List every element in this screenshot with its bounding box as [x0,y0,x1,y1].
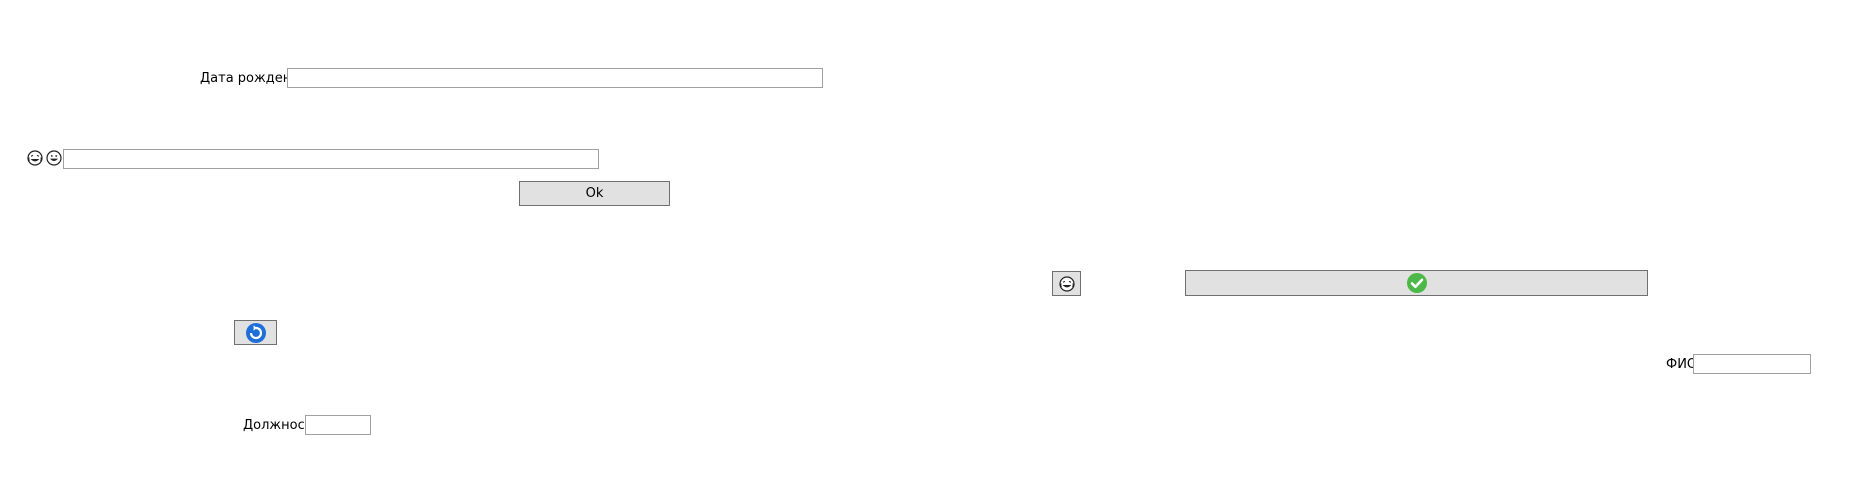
position-input[interactable] [305,415,371,435]
ok-button[interactable]: Ok [519,181,670,206]
full-name-input[interactable] [1693,354,1811,374]
emoji-button[interactable] [1052,271,1081,296]
birth-date-input[interactable] [287,68,823,88]
laughing-tears-emoji-icon [1058,275,1075,292]
confirm-button[interactable] [1185,270,1648,296]
emoji-text-input[interactable] [63,149,599,169]
refresh-button[interactable] [234,320,277,345]
refresh-icon [245,322,267,344]
laughing-tears-emoji-icon [27,150,43,166]
grinning-emoji-icon [46,150,62,166]
green-checkmark-icon [1406,272,1428,294]
ok-button-label: Ok [585,186,604,201]
